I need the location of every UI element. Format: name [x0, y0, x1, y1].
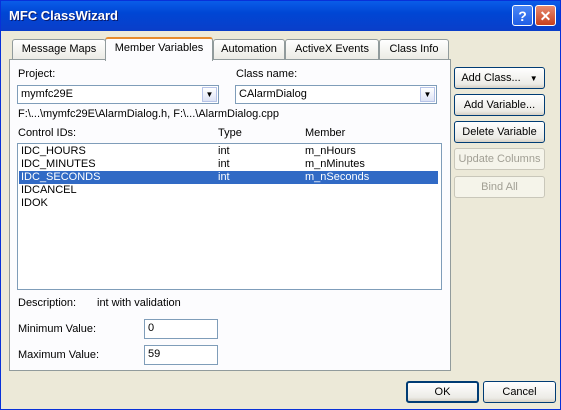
member-cell: m_nSeconds — [305, 171, 370, 183]
maximum-value-label: Maximum Value: — [18, 349, 100, 361]
table-row[interactable]: IDCANCEL — [19, 184, 438, 197]
class-name-label: Class name: — [236, 68, 298, 80]
control-id-cell: IDOK — [21, 197, 48, 209]
tab-message-maps[interactable]: Message Maps — [12, 39, 106, 59]
control-id-cell: IDC_MINUTES — [21, 158, 96, 170]
classwizard-window: MFC ClassWizard ? ✕ Message Maps Member … — [0, 0, 561, 410]
table-row[interactable]: IDOK — [19, 197, 438, 210]
add-class-button[interactable]: Add Class... ▼ — [454, 67, 545, 89]
minimum-value-input[interactable]: 0 — [144, 319, 218, 339]
type-cell: int — [218, 145, 230, 157]
ok-button[interactable]: OK — [406, 381, 479, 403]
type-cell: int — [218, 171, 230, 183]
project-combo[interactable]: mymfc29E ▼ — [17, 85, 219, 104]
window-title: MFC ClassWizard — [9, 8, 118, 23]
title-bar[interactable]: MFC ClassWizard ? ✕ — [1, 1, 560, 31]
member-header: Member — [305, 127, 346, 139]
class-name-dropdown-icon[interactable]: ▼ — [420, 87, 435, 102]
control-ids-header: Control IDs: — [18, 127, 77, 139]
tab-activex-events[interactable]: ActiveX Events — [285, 39, 379, 59]
member-cell: m_nHours — [305, 145, 356, 157]
project-value: mymfc29E — [21, 88, 73, 100]
tab-class-info[interactable]: Class Info — [379, 39, 449, 59]
bind-all-button[interactable]: Bind All — [454, 176, 545, 198]
project-label: Project: — [18, 68, 56, 80]
control-id-cell: IDC_SECONDS — [21, 171, 101, 183]
description-value: int with validation — [97, 297, 181, 309]
help-button[interactable]: ? — [512, 5, 533, 26]
table-row[interactable]: IDC_HOURS int m_nHours — [19, 145, 438, 158]
class-name-value: CAlarmDialog — [239, 88, 307, 100]
add-class-label: Add Class... — [461, 72, 521, 84]
table-row[interactable]: IDC_SECONDS int m_nSeconds — [19, 171, 438, 184]
update-columns-button[interactable]: Update Columns — [454, 148, 545, 170]
class-name-combo[interactable]: CAlarmDialog ▼ — [235, 85, 437, 104]
member-cell: m_nMinutes — [305, 158, 365, 170]
control-id-cell: IDCANCEL — [21, 184, 77, 196]
control-id-cell: IDC_HOURS — [21, 145, 86, 157]
control-ids-list[interactable]: IDC_HOURS int m_nHours IDC_MINUTES int m_nMin… — [17, 143, 442, 290]
add-variable-button[interactable]: Add Variable... — [454, 94, 545, 116]
delete-variable-button[interactable]: Delete Variable — [454, 121, 545, 143]
add-class-dropdown-icon: ▼ — [529, 74, 538, 83]
type-cell: int — [218, 158, 230, 170]
description-label: Description: — [18, 297, 77, 309]
tab-automation[interactable]: Automation — [213, 39, 285, 59]
table-row[interactable]: IDC_MINUTES int m_nMinutes — [19, 158, 438, 171]
cancel-button[interactable]: Cancel — [483, 381, 556, 403]
project-dropdown-icon[interactable]: ▼ — [202, 87, 217, 102]
maximum-value-input[interactable]: 59 — [144, 345, 218, 365]
close-button[interactable]: ✕ — [535, 5, 556, 26]
file-path-text: F:\...\mymfc29E\AlarmDialog.h, F:\...\Al… — [18, 108, 280, 120]
minimum-value-label: Minimum Value: — [18, 323, 97, 335]
tab-member-variables[interactable]: Member Variables — [105, 37, 213, 61]
type-header: Type — [218, 127, 242, 139]
